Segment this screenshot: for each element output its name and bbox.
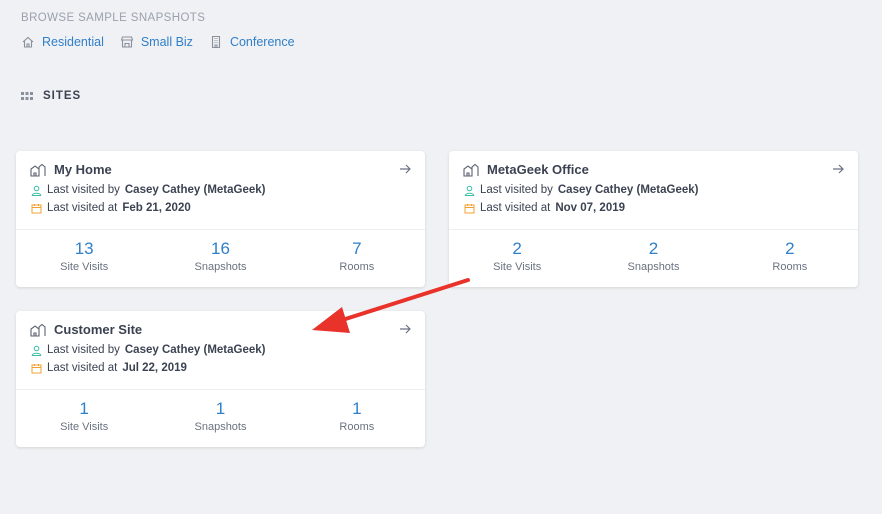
- stat-snapshots: 2 Snapshots: [627, 239, 680, 273]
- stat-site-visits: 1 Site Visits: [60, 399, 109, 433]
- user-icon: [31, 345, 42, 356]
- browse-samples-title: BROWSE SAMPLE SNAPSHOTS: [21, 12, 206, 24]
- last-visited-by: Last visited by Casey Cathey (MetaGeek): [31, 344, 266, 356]
- site-card-customer-site[interactable]: Customer Site Last visited by Casey Cath…: [16, 311, 425, 447]
- last-visited-at: Last visited at Feb 21, 2020: [31, 202, 191, 214]
- calendar-icon: [31, 363, 42, 373]
- home-icon: [22, 36, 34, 48]
- sites-header: SITES: [21, 90, 81, 102]
- browse-samples-section: BROWSE SAMPLE SNAPSHOTS Residential Smal…: [21, 12, 295, 49]
- stat-site-visits: 13 Site Visits: [60, 239, 109, 273]
- sample-link-label: Conference: [229, 35, 295, 49]
- last-visited-at: Last visited at Jul 22, 2019: [31, 362, 187, 374]
- user-icon: [31, 185, 42, 196]
- building-icon: [211, 35, 220, 49]
- sample-link-conference[interactable]: Conference: [209, 35, 295, 49]
- arrow-right-icon[interactable]: [399, 323, 411, 335]
- site-card-title: MetaGeek Office: [463, 162, 589, 177]
- last-visited-by: Last visited by Casey Cathey (MetaGeek): [31, 184, 266, 196]
- grid-icon: [21, 92, 33, 100]
- sample-link-label: Residential: [42, 35, 104, 49]
- last-visited-by: Last visited by Casey Cathey (MetaGeek): [464, 184, 699, 196]
- user-icon: [464, 185, 475, 196]
- calendar-icon: [31, 203, 42, 213]
- stat-site-visits: 2 Site Visits: [493, 239, 542, 273]
- buildings-icon: [463, 163, 479, 177]
- stat-snapshots: 1 Snapshots: [194, 399, 247, 433]
- sample-link-label: Small Biz: [140, 35, 193, 49]
- sample-link-residential[interactable]: Residential: [21, 35, 104, 49]
- site-card-title: Customer Site: [30, 322, 142, 337]
- arrow-right-icon[interactable]: [832, 163, 844, 175]
- sites-header-label: SITES: [43, 90, 82, 102]
- buildings-icon: [30, 163, 46, 177]
- site-card-title: My Home: [30, 162, 112, 177]
- calendar-icon: [464, 203, 475, 213]
- stat-rooms: 1 Rooms: [339, 399, 375, 433]
- site-card-my-home[interactable]: My Home Last visited by Casey Cathey (Me…: [16, 151, 425, 287]
- site-card-metageek-office[interactable]: MetaGeek Office Last visited by Casey Ca…: [449, 151, 858, 287]
- store-icon: [120, 36, 134, 48]
- stat-snapshots: 16 Snapshots: [194, 239, 247, 273]
- stat-rooms: 7 Rooms: [339, 239, 375, 273]
- stat-rooms: 2 Rooms: [772, 239, 808, 273]
- sample-link-small-biz[interactable]: Small Biz: [120, 35, 193, 49]
- arrow-right-icon[interactable]: [399, 163, 411, 175]
- buildings-icon: [30, 323, 46, 337]
- last-visited-at: Last visited at Nov 07, 2019: [464, 202, 625, 214]
